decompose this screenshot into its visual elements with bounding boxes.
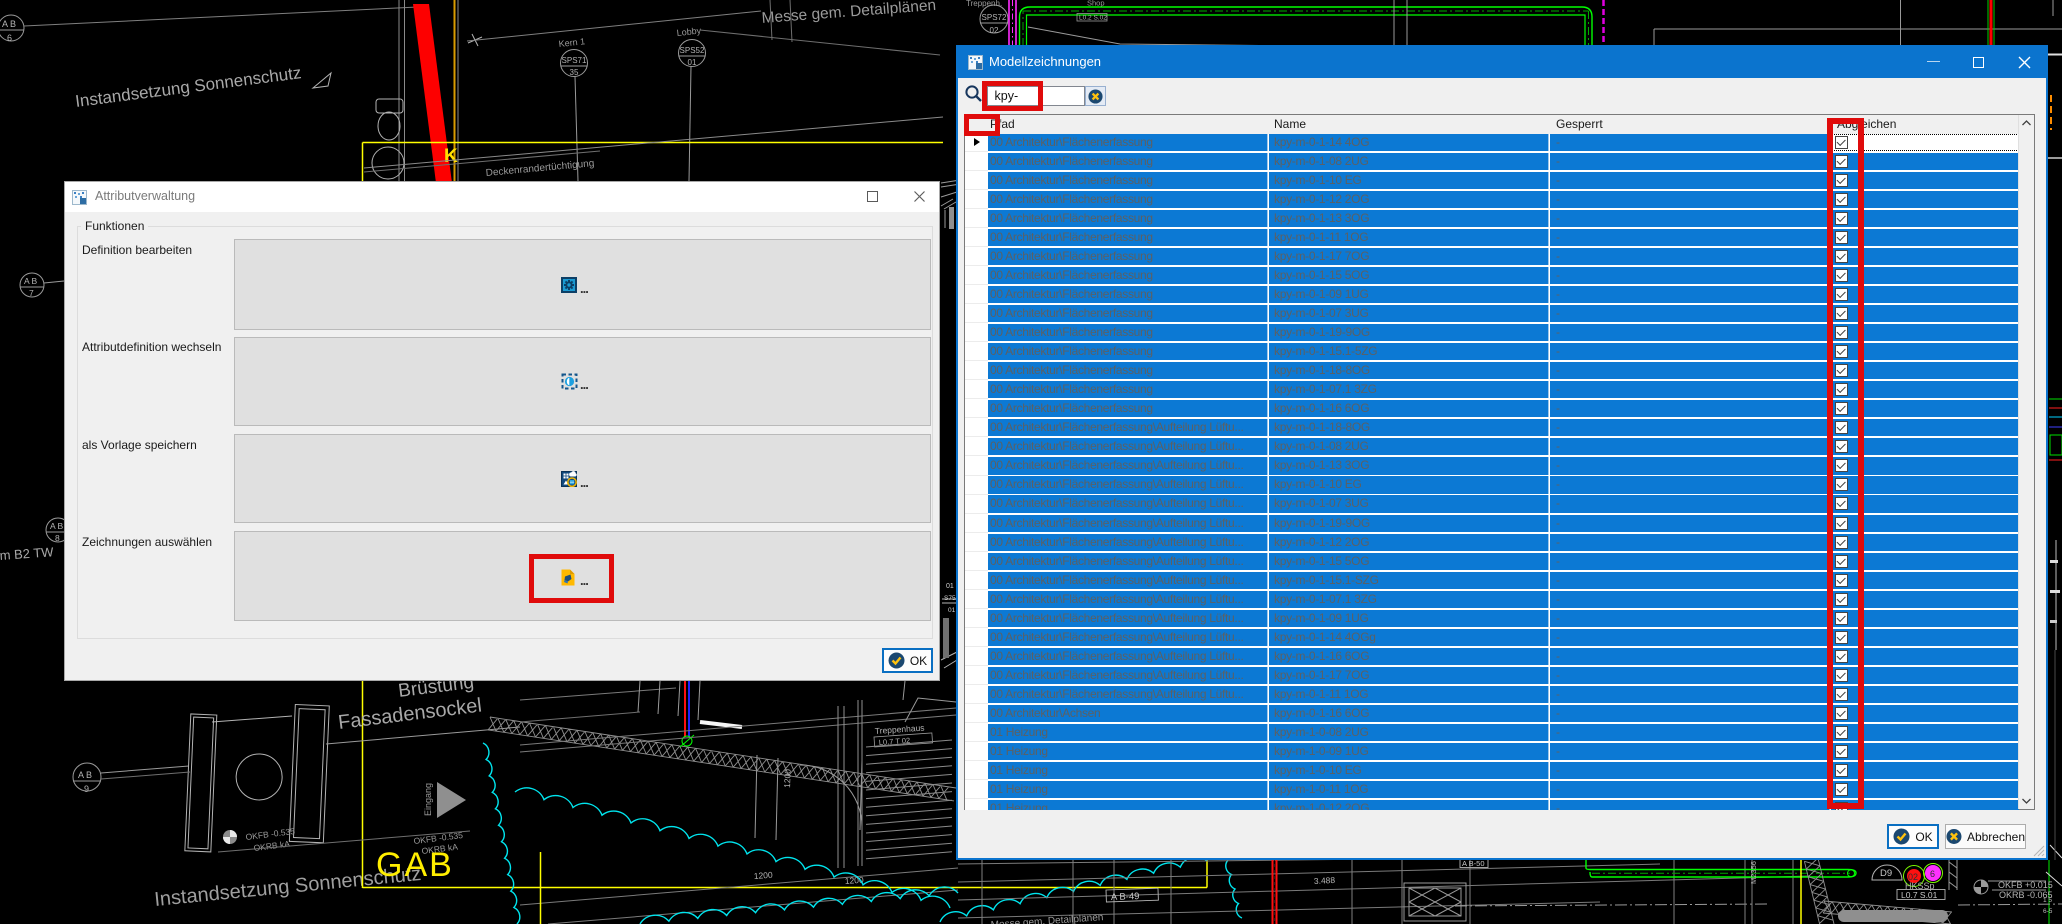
svg-text:35: 35 <box>570 68 579 77</box>
svg-text:OKRB -0.065: OKRB -0.065 <box>1999 890 2053 900</box>
svg-text:OKFB +0.015: OKFB +0.015 <box>1998 880 2053 890</box>
svg-text:6-5: 6-5 <box>2043 908 2053 915</box>
svg-text:M2356: M2356 <box>1749 861 1758 884</box>
svg-text:SPS52: SPS52 <box>680 46 705 55</box>
svg-text:Treppenh.: Treppenh. <box>966 0 1002 8</box>
svg-text:Shop: Shop <box>1087 0 1105 8</box>
svg-text:02: 02 <box>990 26 999 35</box>
svg-text:A B: A B <box>2 19 16 29</box>
svg-text:6: 6 <box>1930 869 1935 879</box>
svg-text:A B-49: A B-49 <box>1111 891 1140 903</box>
svg-text:A B: A B <box>78 770 92 780</box>
svg-text:L0.7 S.01: L0.7 S.01 <box>1901 890 1938 900</box>
svg-text:1200: 1200 <box>753 870 773 881</box>
svg-text:01: 01 <box>948 607 956 614</box>
svg-text:3.488: 3.488 <box>1314 875 1336 886</box>
svg-text:A B-50: A B-50 <box>1462 859 1485 868</box>
svg-text:A B: A B <box>24 276 38 286</box>
svg-text:SPS71: SPS71 <box>562 56 587 65</box>
svg-text:8: 8 <box>55 533 60 543</box>
svg-text:A B: A B <box>50 521 64 531</box>
svg-text:1200: 1200 <box>782 769 793 789</box>
svg-text:7: 7 <box>29 288 34 298</box>
svg-text:6: 6 <box>7 33 12 43</box>
svg-text:SPS72: SPS72 <box>982 13 1007 22</box>
svg-text:01: 01 <box>688 58 697 67</box>
svg-text:Eingang: Eingang <box>423 783 433 816</box>
svg-text:9: 9 <box>84 784 89 794</box>
svg-text:D9: D9 <box>1880 868 1892 879</box>
svg-text:L0.2 S.02: L0.2 S.02 <box>1079 15 1107 22</box>
